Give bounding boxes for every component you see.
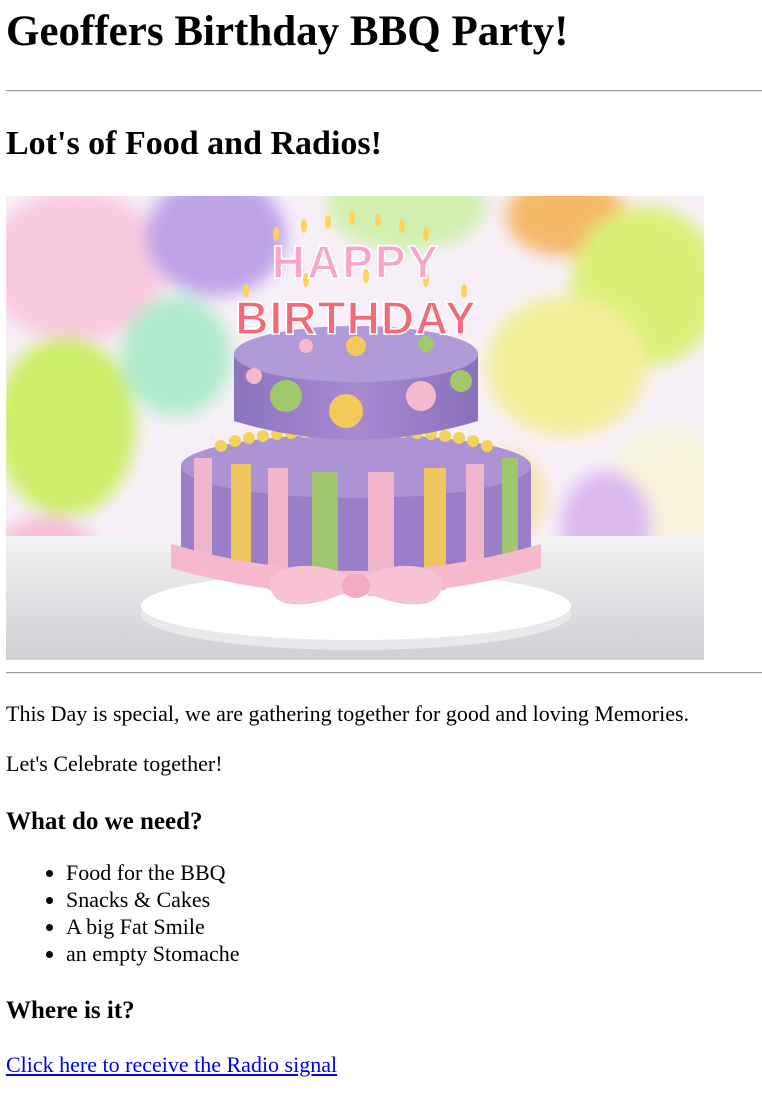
page-title: Geoffers Birthday BBQ Party! [6, 8, 569, 55]
list-item: an empty Stomache [66, 940, 762, 967]
page-subtitle: Lot's of Food and Radios! [6, 125, 382, 162]
celebrate-paragraph: Let's Celebrate together! [6, 751, 223, 776]
birthday-cake-image: HAPPY BIRTHDAY [6, 196, 704, 660]
list-item: Snacks & Cakes [66, 886, 762, 913]
cake-topper-birthday: BIRTHDAY [235, 292, 476, 344]
cake-topper-happy: HAPPY [272, 236, 440, 288]
intro-paragraph: This Day is special, we are gathering to… [6, 701, 690, 726]
divider [6, 90, 762, 92]
page: Geoffers Birthday BBQ Party! Lot's of Fo… [0, 0, 762, 1078]
where-heading: Where is it? [6, 997, 135, 1024]
list-item: A big Fat Smile [66, 913, 762, 940]
need-list: Food for the BBQ Snacks & Cakes A big Fa… [6, 859, 762, 967]
divider [6, 672, 762, 674]
list-item: Food for the BBQ [66, 859, 762, 886]
need-heading: What do we need? [6, 808, 203, 835]
radio-signal-link[interactable]: Click here to receive the Radio signal [6, 1052, 337, 1078]
